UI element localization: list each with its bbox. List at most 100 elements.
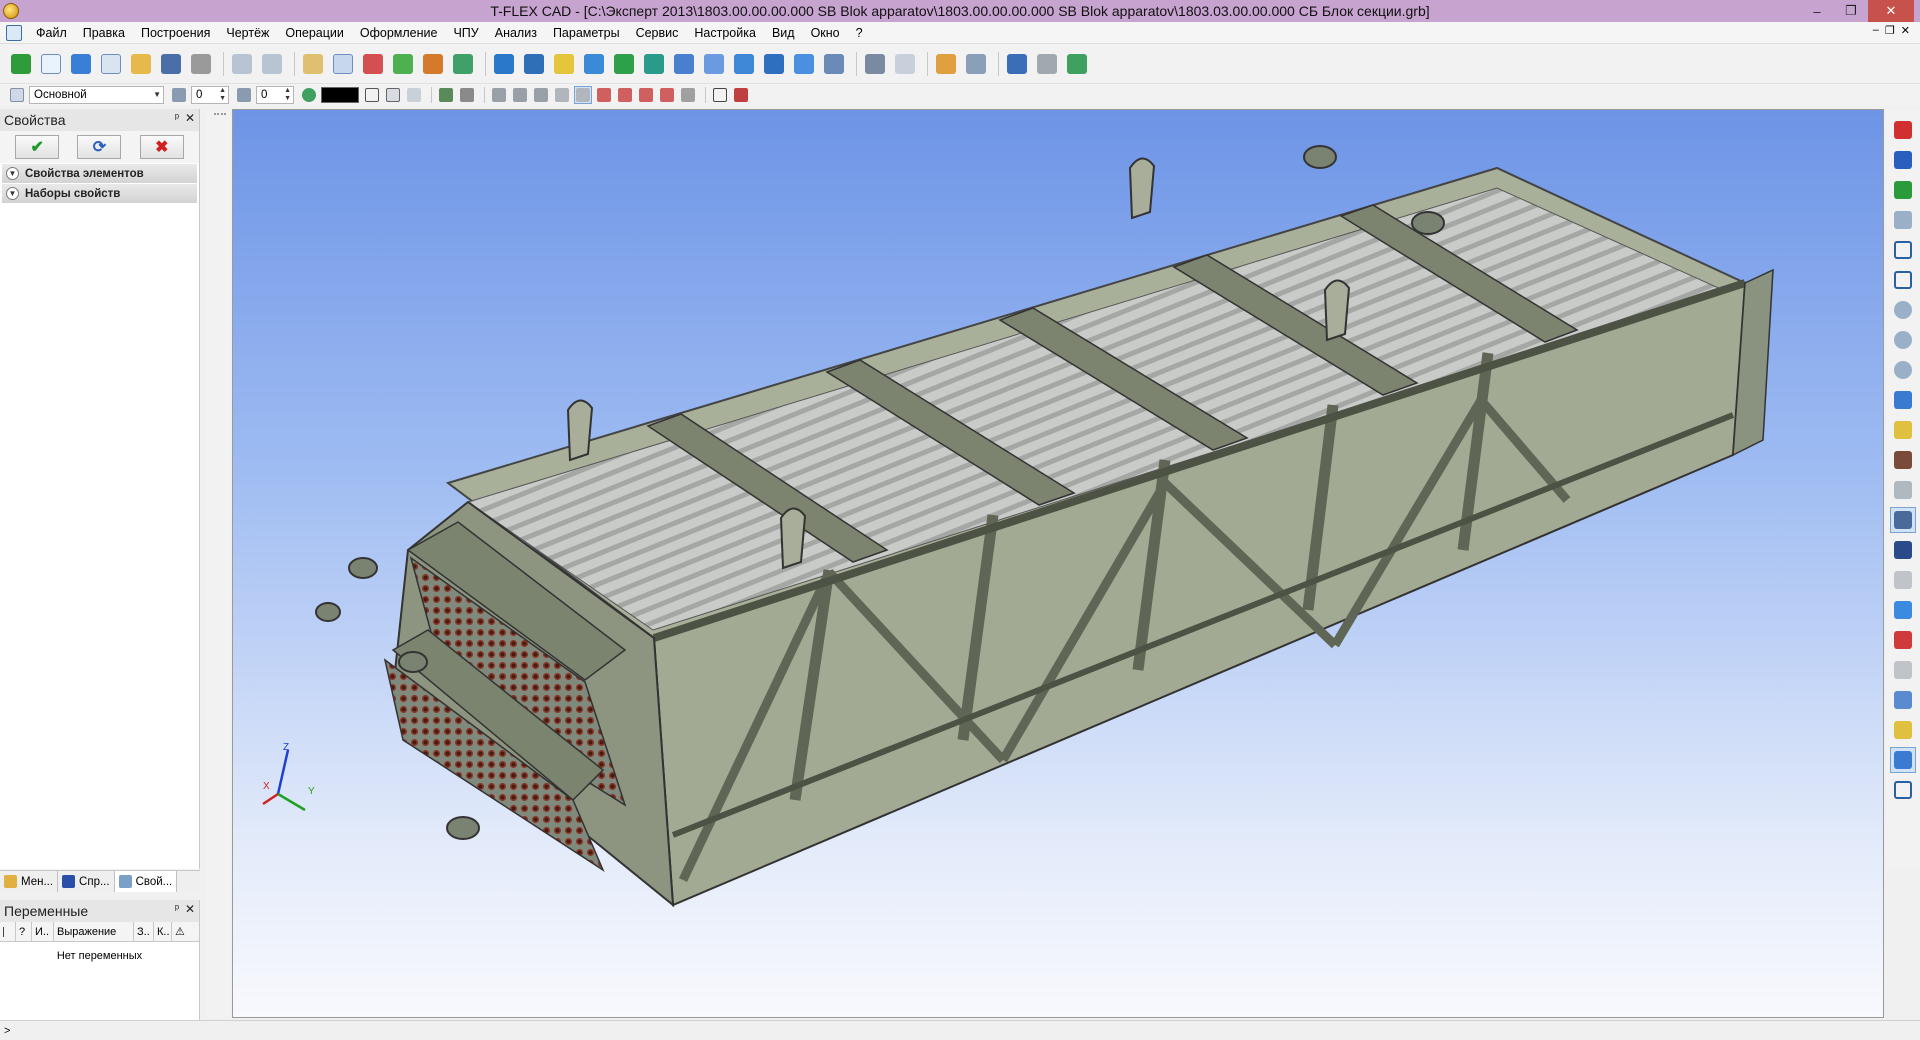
panel-close-button[interactable]: ✕ bbox=[185, 111, 195, 125]
layer-icon[interactable] bbox=[8, 86, 26, 104]
panel-close-button[interactable]: ✕ bbox=[185, 902, 195, 916]
zoom-fit-icon[interactable] bbox=[1890, 237, 1916, 263]
check-bodies-icon[interactable] bbox=[1890, 627, 1916, 653]
select-fragment-icon[interactable] bbox=[711, 86, 729, 104]
section-view-icon[interactable] bbox=[1890, 657, 1916, 683]
color-swatch[interactable] bbox=[321, 87, 359, 103]
window-copy-icon[interactable] bbox=[1064, 51, 1090, 77]
column-value[interactable]: З.. bbox=[134, 921, 154, 942]
warning-icon[interactable]: ⚠ bbox=[172, 922, 190, 942]
pin-icon[interactable]: ᵖ bbox=[175, 112, 179, 124]
lcs-icon[interactable] bbox=[360, 51, 386, 77]
document-icon[interactable] bbox=[6, 24, 22, 41]
measure-icon[interactable] bbox=[933, 51, 959, 77]
column-question[interactable]: ? bbox=[16, 921, 32, 942]
filter-icon[interactable] bbox=[363, 86, 381, 104]
snap-toggle-icon[interactable] bbox=[1890, 177, 1916, 203]
select-ops-4-icon[interactable] bbox=[658, 86, 676, 104]
zoom-extents-icon[interactable] bbox=[1890, 267, 1916, 293]
zoom-out-icon[interactable] bbox=[1890, 327, 1916, 353]
select-ops-5-icon[interactable] bbox=[679, 86, 697, 104]
calculator-icon[interactable] bbox=[963, 51, 989, 77]
menu-window[interactable]: Окно bbox=[803, 22, 848, 44]
extrude-icon[interactable] bbox=[491, 51, 517, 77]
tab-properties[interactable]: Свой... bbox=[114, 871, 178, 892]
3d-viewport[interactable]: Z X Y bbox=[232, 109, 1884, 1018]
eraser-icon[interactable] bbox=[300, 51, 326, 77]
confirm-icon[interactable] bbox=[8, 51, 34, 77]
column-comment[interactable]: К.. bbox=[154, 921, 172, 942]
orbit-icon[interactable] bbox=[1890, 387, 1916, 413]
save-icon[interactable] bbox=[158, 51, 184, 77]
color-palette-icon[interactable] bbox=[300, 86, 318, 104]
print-icon[interactable] bbox=[188, 51, 214, 77]
refresh-button[interactable]: ⟳ bbox=[77, 135, 122, 159]
menu-view[interactable]: Вид bbox=[764, 22, 803, 44]
boolean-icon[interactable] bbox=[551, 51, 577, 77]
menu-parameters[interactable]: Параметры bbox=[545, 22, 628, 44]
mdi-restore-button[interactable]: ❐ bbox=[1885, 24, 1895, 37]
view-cube-icon[interactable] bbox=[1890, 687, 1916, 713]
3d-node-icon[interactable] bbox=[390, 51, 416, 77]
array-icon[interactable] bbox=[671, 51, 697, 77]
new-document-icon[interactable] bbox=[38, 51, 64, 77]
select-faces-icon[interactable] bbox=[532, 86, 550, 104]
selection-mode-icon[interactable] bbox=[1890, 507, 1916, 533]
walk-icon[interactable] bbox=[1890, 477, 1916, 503]
tab-menu[interactable]: Мен... bbox=[0, 871, 59, 892]
undo-icon[interactable] bbox=[229, 51, 255, 77]
column-expression[interactable]: Выражение bbox=[54, 921, 134, 942]
dimension-icon[interactable] bbox=[892, 51, 918, 77]
window-frame-icon[interactable] bbox=[1890, 777, 1916, 803]
view-settings-icon[interactable] bbox=[862, 51, 888, 77]
loft-icon[interactable] bbox=[611, 51, 637, 77]
check-body-icon[interactable] bbox=[1890, 597, 1916, 623]
fillet-icon[interactable] bbox=[581, 51, 607, 77]
menu-operations[interactable]: Операции bbox=[277, 22, 351, 44]
select-filter-2-icon[interactable] bbox=[458, 86, 476, 104]
rotate-icon[interactable] bbox=[521, 51, 547, 77]
3d-path-icon[interactable] bbox=[450, 51, 476, 77]
tools-icon[interactable] bbox=[1034, 51, 1060, 77]
pin-icon[interactable]: ᵖ bbox=[175, 903, 179, 915]
sweep-icon[interactable] bbox=[641, 51, 667, 77]
deselect-icon[interactable] bbox=[405, 86, 423, 104]
select-ops-1-icon[interactable] bbox=[595, 86, 613, 104]
rotate-view-icon[interactable] bbox=[1890, 447, 1916, 473]
menu-file[interactable]: Файл bbox=[28, 22, 75, 44]
select-list-icon[interactable] bbox=[384, 86, 402, 104]
select-ops-2-icon[interactable] bbox=[616, 86, 634, 104]
maximize-button[interactable]: ❐ bbox=[1834, 0, 1868, 22]
new-3d-model-icon[interactable] bbox=[68, 51, 94, 77]
redo-icon[interactable] bbox=[259, 51, 285, 77]
menu-construct[interactable]: Построения bbox=[133, 22, 218, 44]
mdi-minimize-button[interactable]: – bbox=[1873, 24, 1879, 37]
ok-button[interactable]: ✔ bbox=[15, 135, 60, 159]
section-icon[interactable] bbox=[791, 51, 817, 77]
zoom-in-icon[interactable] bbox=[1890, 297, 1916, 323]
3d-axis-icon[interactable] bbox=[420, 51, 446, 77]
section-property-sets[interactable]: ▼ Наборы свойств bbox=[2, 184, 197, 203]
minimize-button[interactable]: – bbox=[1800, 0, 1834, 22]
select-loops-icon[interactable] bbox=[553, 86, 571, 104]
sheet-metal-icon[interactable] bbox=[821, 51, 847, 77]
priority-input[interactable]: 0 ▲ ▼ bbox=[256, 86, 294, 104]
menu-drawing[interactable]: Чертёж bbox=[218, 22, 277, 44]
select-filter-1-icon[interactable] bbox=[437, 86, 455, 104]
mdi-close-button[interactable]: ✕ bbox=[1901, 24, 1910, 37]
menu-edit[interactable]: Правка bbox=[75, 22, 133, 44]
spring-icon[interactable] bbox=[761, 51, 787, 77]
select-ops-3-icon[interactable] bbox=[637, 86, 655, 104]
workplane-icon[interactable] bbox=[330, 51, 356, 77]
cancel-button[interactable]: ✖ bbox=[139, 135, 184, 159]
pan-icon[interactable] bbox=[1890, 417, 1916, 443]
splitter[interactable] bbox=[206, 109, 230, 1018]
app-icon[interactable] bbox=[3, 3, 19, 19]
menu-cnc[interactable]: ЧПУ bbox=[445, 22, 486, 44]
snap-point-icon[interactable] bbox=[1890, 147, 1916, 173]
menu-help[interactable]: ? bbox=[848, 22, 871, 44]
column-name[interactable]: И.. bbox=[32, 921, 54, 942]
render-mode-icon[interactable] bbox=[1890, 747, 1916, 773]
tab-help[interactable]: Спр... bbox=[58, 871, 115, 892]
shell-icon[interactable] bbox=[701, 51, 727, 77]
